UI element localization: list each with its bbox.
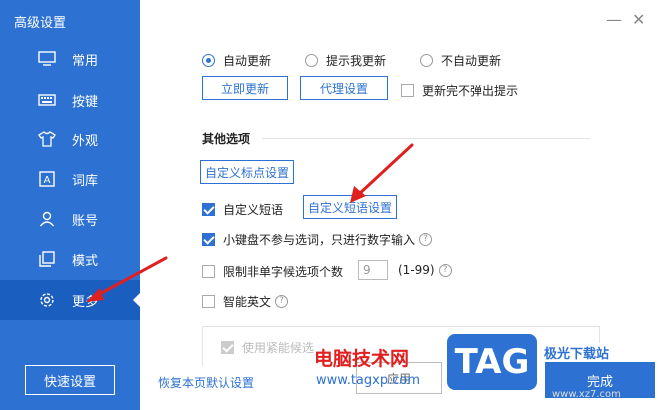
arrow-to-more (86, 256, 168, 302)
arrow-to-phrase-settings (350, 143, 414, 203)
annotation-arrows (86, 143, 414, 302)
